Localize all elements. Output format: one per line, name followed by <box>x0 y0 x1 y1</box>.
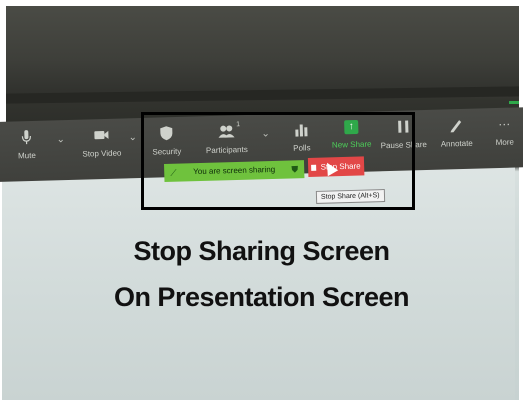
video-camera-icon <box>94 130 109 140</box>
more-label: More <box>495 137 514 148</box>
microphone-icon <box>21 130 32 145</box>
mute-options-chevron-icon[interactable]: ⌄ <box>56 134 65 145</box>
more-button[interactable]: ··· More <box>474 115 523 148</box>
pencil-icon <box>450 120 462 133</box>
caption-line-1: Stop Sharing Screen <box>133 236 390 266</box>
highlight-box <box>141 112 415 210</box>
room-ceiling <box>6 6 519 96</box>
more-dots-icon: ··· <box>498 116 511 131</box>
stop-video-button[interactable]: Stop Video <box>71 126 132 159</box>
mute-button[interactable]: Mute <box>0 128 57 161</box>
annotate-label: Annotate <box>440 138 473 149</box>
edge-indicator <box>509 101 519 104</box>
caption-line-2: On Presentation Screen <box>113 282 410 312</box>
stop-video-label: Stop Video <box>82 148 122 159</box>
mute-label: Mute <box>17 150 36 161</box>
